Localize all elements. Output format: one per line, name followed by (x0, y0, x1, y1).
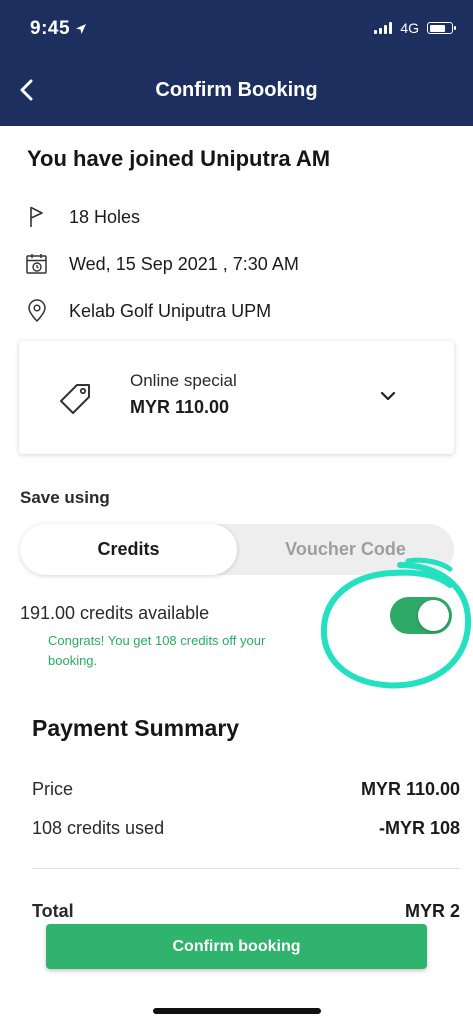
booking-title: You have joined Uniputra AM (27, 146, 331, 171)
credits-available-text: 191.00 credits available (20, 603, 210, 623)
page-title: Confirm Booking (155, 79, 318, 101)
summary-label: Price (32, 779, 74, 799)
use-credits-toggle[interactable] (390, 597, 452, 634)
network-label: 4G (400, 20, 419, 36)
payment-summary-title: Payment Summary (32, 715, 240, 741)
summary-label: 108 credits used (32, 818, 165, 838)
venue-text: Kelab Golf Uniputra UPM (69, 300, 272, 321)
summary-value: -MYR 108 (378, 818, 460, 838)
save-method-segmented-control: Credits Voucher Code (20, 524, 454, 575)
holes-row: 18 Holes (24, 204, 140, 230)
summary-row-credits: 108 credits used -MYR 108 (32, 818, 460, 839)
summary-divider (32, 868, 460, 869)
confirm-booking-button[interactable]: Confirm booking (46, 924, 427, 969)
summary-value: MYR 110.00 (360, 779, 460, 799)
location-pin-icon (24, 298, 50, 324)
calendar-clock-icon (24, 251, 50, 277)
summary-row-total: Total MYR 2 (32, 901, 460, 922)
summary-row-price: Price MYR 110.00 (32, 779, 460, 800)
datetime-text: Wed, 15 Sep 2021 , 7:30 AM (69, 253, 299, 274)
battery-icon (427, 22, 456, 34)
tab-credits[interactable]: Credits (20, 524, 237, 575)
status-time-text: 9:45 (30, 18, 71, 39)
rate-price: MYR 110.00 (130, 397, 230, 417)
credits-congrats-message: Congrats! You get 108 credits off your b… (48, 633, 266, 668)
signal-icon (374, 22, 393, 34)
chevron-down-icon[interactable] (380, 388, 396, 406)
status-time: 9:45 (30, 18, 87, 40)
total-label: Total (32, 901, 74, 921)
venue-row: Kelab Golf Uniputra UPM (24, 298, 271, 324)
toggle-knob (418, 600, 449, 631)
datetime-row: Wed, 15 Sep 2021 , 7:30 AM (24, 251, 299, 277)
home-indicator (153, 1008, 321, 1014)
annotation-circle (320, 557, 472, 689)
save-using-heading: Save using (20, 488, 110, 507)
rate-label: Online special (130, 371, 237, 390)
total-value: MYR 2 (404, 901, 460, 921)
price-tag-icon (57, 379, 95, 422)
holes-text: 18 Holes (69, 206, 141, 227)
flag-icon (24, 204, 50, 230)
location-arrow-icon (76, 24, 87, 34)
rate-selector[interactable]: Online special MYR 110.00 (19, 341, 454, 454)
tab-voucher-code[interactable]: Voucher Code (237, 524, 454, 575)
status-indicators: 4G (374, 20, 456, 36)
